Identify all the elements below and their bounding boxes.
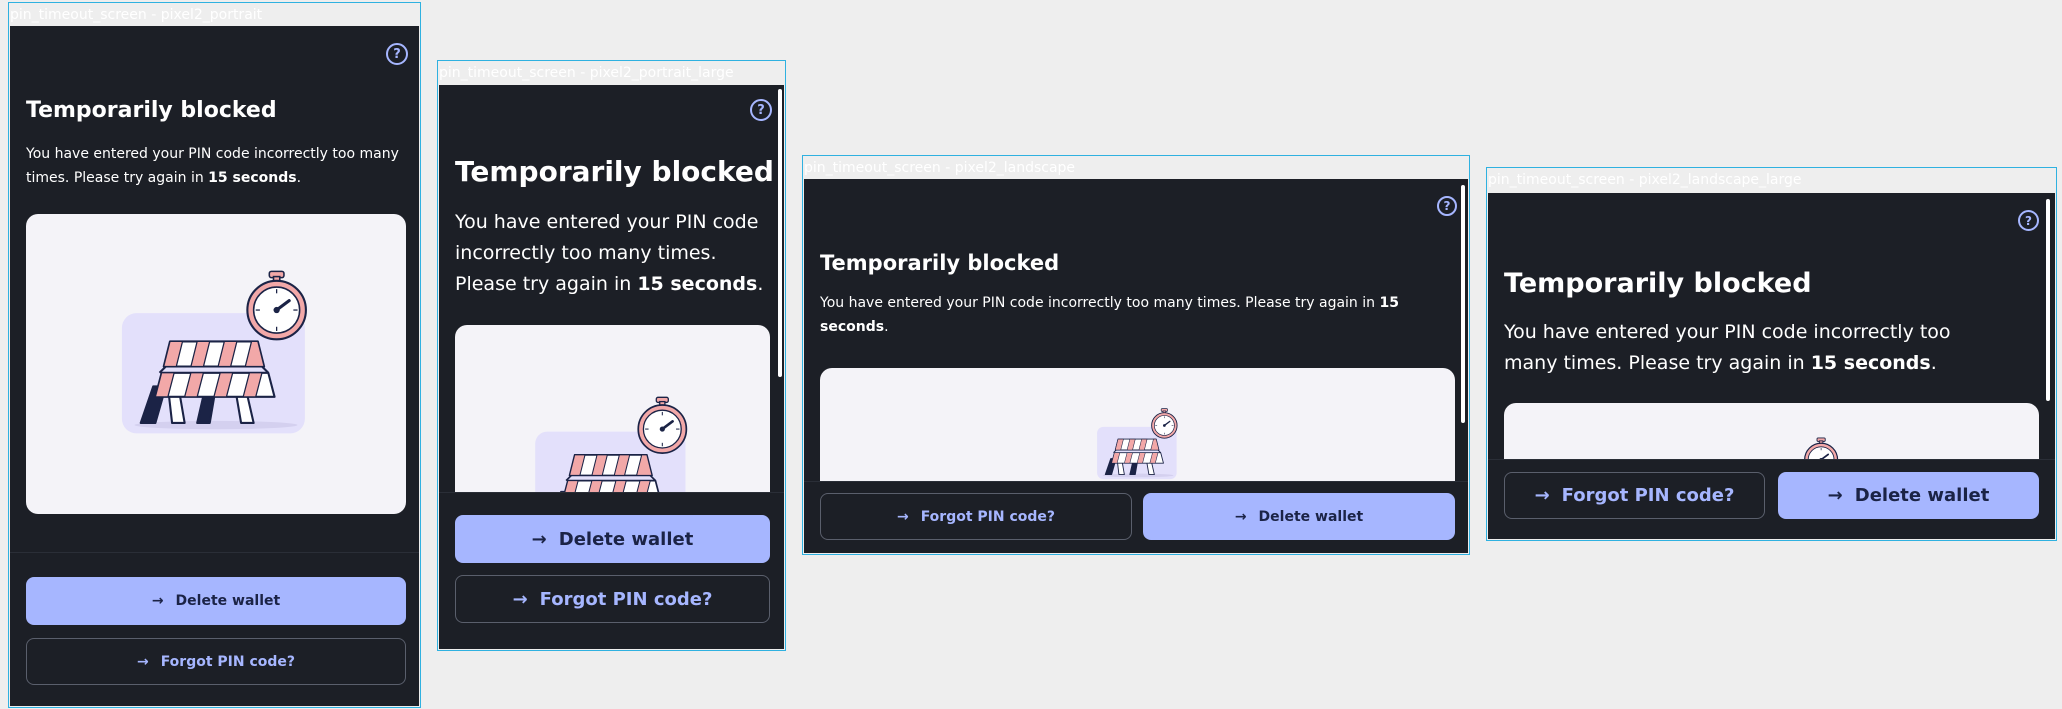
- frame-label: pin_timeout_screen - pixel2_landscape_la…: [1488, 172, 1802, 188]
- forgot-pin-button[interactable]: → Forgot PIN code?: [820, 493, 1132, 540]
- delete-wallet-label: Delete wallet: [1854, 485, 1990, 506]
- delete-wallet-label: Delete wallet: [1258, 508, 1364, 525]
- forgot-pin-label: Forgot PIN code?: [920, 508, 1056, 525]
- body-text-suffix: .: [757, 273, 764, 295]
- forgot-pin-label: Forgot PIN code?: [160, 653, 296, 670]
- forgot-pin-button[interactable]: → Forgot PIN code?: [455, 575, 770, 623]
- divider: [10, 552, 419, 553]
- page-title: Temporarily blocked: [820, 251, 1060, 275]
- help-glyph: ?: [2025, 213, 2032, 228]
- arrow-right-icon: →: [1827, 485, 1843, 506]
- help-icon[interactable]: ?: [750, 99, 772, 121]
- body-text-prefix: You have entered your PIN code incorrect…: [820, 295, 1380, 311]
- arrow-right-icon: →: [1534, 485, 1550, 506]
- delete-wallet-button[interactable]: → Delete wallet: [455, 515, 770, 563]
- bottom-action-bar: → Forgot PIN code? → Delete wallet: [1488, 459, 2055, 539]
- help-glyph: ?: [1443, 199, 1451, 213]
- delete-wallet-label: Delete wallet: [558, 528, 694, 550]
- device-frame-landscape-large: pin_timeout_screen - pixel2_landscape_la…: [1486, 167, 2057, 541]
- forgot-pin-button[interactable]: → Forgot PIN code?: [1504, 472, 1765, 519]
- roadblock-stopwatch-illustration: [121, 270, 307, 434]
- roadblock-stopwatch-illustration: [1097, 408, 1178, 480]
- arrow-right-icon: →: [151, 593, 164, 609]
- arrow-right-icon: →: [136, 653, 149, 670]
- body-text-suffix: .: [296, 170, 302, 186]
- timeout-value: 15 seconds: [1810, 352, 1931, 374]
- roadblock-illustration: [26, 214, 406, 514]
- delete-wallet-button[interactable]: → Delete wallet: [1143, 493, 1455, 540]
- help-icon[interactable]: ?: [2018, 210, 2039, 231]
- screen: ? Temporarily blocked You have entered y…: [439, 85, 784, 649]
- scrollbar[interactable]: [2046, 199, 2050, 401]
- timeout-value: 15 seconds: [208, 170, 297, 186]
- scrollbar[interactable]: [1461, 185, 1465, 423]
- delete-wallet-button[interactable]: → Delete wallet: [1778, 472, 2039, 519]
- delete-wallet-label: Delete wallet: [175, 593, 281, 609]
- arrow-right-icon: →: [1234, 508, 1247, 525]
- forgot-pin-button[interactable]: → Forgot PIN code?: [26, 638, 406, 685]
- help-glyph: ?: [757, 102, 765, 118]
- device-frame-landscape: pin_timeout_screen - pixel2_landscape ? …: [802, 155, 1470, 555]
- screen: ? Temporarily blocked You have entered y…: [1488, 193, 2055, 539]
- body-text-suffix: .: [1930, 352, 1937, 374]
- device-frame-portrait: pin_timeout_screen - pixel2_portrait ? T…: [8, 2, 421, 708]
- arrow-right-icon: →: [512, 588, 528, 610]
- device-frame-portrait-large: pin_timeout_screen - pixel2_portrait_lar…: [437, 60, 786, 651]
- screen: ? Temporarily blocked You have entered y…: [10, 26, 419, 706]
- arrow-right-icon: →: [896, 508, 909, 525]
- forgot-pin-label: Forgot PIN code?: [539, 588, 713, 610]
- page-title: Temporarily blocked: [455, 155, 774, 188]
- body-text: You have entered your PIN code incorrect…: [26, 142, 406, 190]
- scrollbar[interactable]: [778, 89, 782, 377]
- help-icon[interactable]: ?: [386, 43, 408, 65]
- timeout-value: 15 seconds: [637, 273, 758, 295]
- body-text: You have entered your PIN code incorrect…: [1504, 317, 2004, 379]
- frame-label: pin_timeout_screen - pixel2_portrait_lar…: [439, 65, 734, 81]
- page-title: Temporarily blocked: [26, 98, 277, 123]
- help-glyph: ?: [393, 46, 401, 62]
- body-text: You have entered your PIN code incorrect…: [820, 291, 1440, 339]
- body-text-suffix: .: [884, 319, 889, 335]
- frame-label: pin_timeout_screen - pixel2_portrait: [10, 7, 263, 23]
- delete-wallet-button[interactable]: → Delete wallet: [26, 577, 406, 625]
- bottom-action-bar: → Delete wallet → Forgot PIN code?: [439, 492, 784, 649]
- screen: ? Temporarily blocked You have entered y…: [804, 179, 1468, 553]
- body-text: You have entered your PIN code incorrect…: [455, 207, 770, 300]
- forgot-pin-label: Forgot PIN code?: [1561, 485, 1735, 506]
- frame-label: pin_timeout_screen - pixel2_landscape: [804, 160, 1076, 176]
- arrow-right-icon: →: [531, 528, 547, 550]
- page-title: Temporarily blocked: [1504, 268, 1812, 299]
- help-icon[interactable]: ?: [1437, 196, 1457, 216]
- bottom-action-bar: → Forgot PIN code? → Delete wallet: [804, 481, 1468, 553]
